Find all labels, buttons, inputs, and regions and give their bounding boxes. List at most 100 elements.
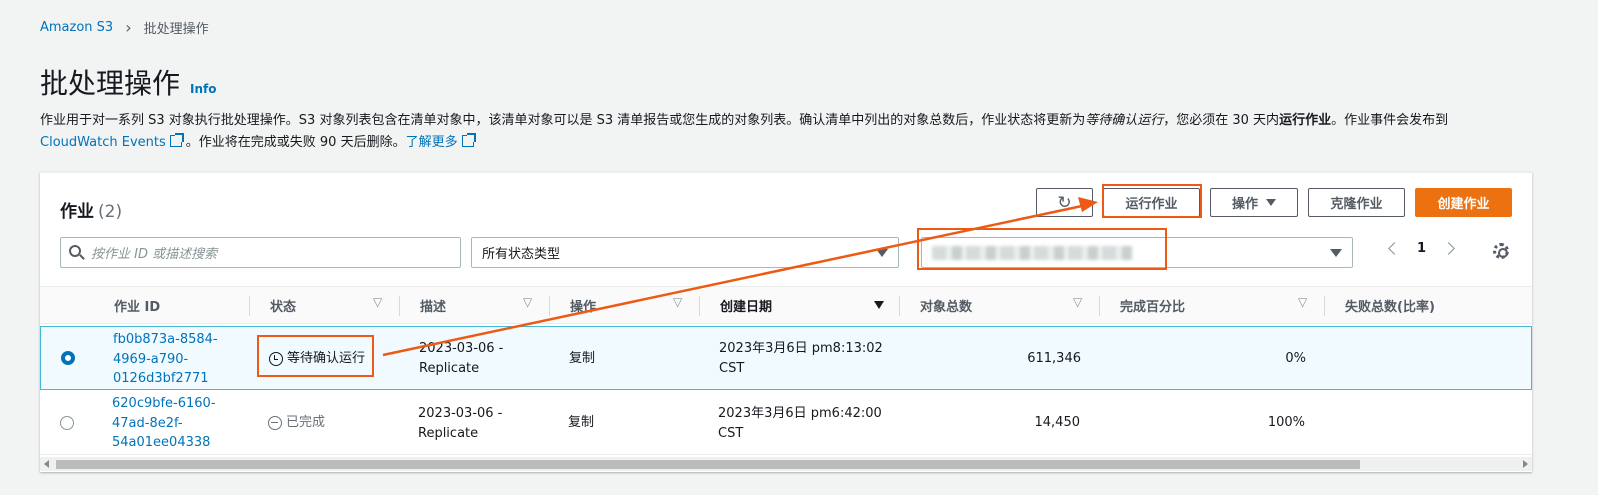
column-label: 操作 bbox=[570, 300, 597, 315]
column-label: 描述 bbox=[420, 300, 447, 315]
cloudwatch-events-link[interactable]: CloudWatch Events bbox=[40, 135, 166, 150]
job-id-line[interactable]: 620c9bfe-6160- bbox=[112, 394, 216, 414]
sort-icon bbox=[523, 295, 534, 309]
job-id-line[interactable]: 0126d3bf2771 bbox=[113, 369, 218, 389]
creation-date-cell: 2023年3月6日 pm6:42:00 CST bbox=[718, 404, 882, 443]
column-label: 状态 bbox=[270, 300, 297, 315]
status-cell: 等待确认运行 bbox=[269, 349, 365, 369]
description-line: 2023-03-06 - bbox=[419, 341, 504, 356]
description-text-4: 。作业将在完成或失败 90 天后删除。 bbox=[185, 135, 406, 150]
column-label: 创建日期 bbox=[720, 300, 773, 315]
date-line: 2023年3月6日 pm8:13:02 bbox=[719, 341, 883, 356]
description-cell: 2023-03-06 - Replicate bbox=[419, 339, 503, 378]
sort-icon bbox=[1073, 295, 1084, 309]
description-italic: 等待确认运行 bbox=[1085, 113, 1164, 128]
total-objects-cell: 14,450 bbox=[1034, 415, 1081, 430]
column-header-operation[interactable]: 操作 bbox=[550, 287, 700, 324]
breadcrumb-current: 批处理操作 bbox=[143, 22, 209, 37]
row-radio-selected[interactable] bbox=[61, 351, 75, 365]
settings-gear-icon[interactable] bbox=[1493, 243, 1509, 259]
scroll-left-icon[interactable] bbox=[44, 460, 49, 468]
sort-icon bbox=[1298, 295, 1309, 309]
create-job-button[interactable]: 创建作业 bbox=[1415, 188, 1512, 217]
description-cell: 2023-03-06 - Replicate bbox=[418, 404, 502, 443]
jobs-panel: 作业 (2) ↻ 运行作业 操作 克隆作业 创建作业 按作业 ID 或描述搜索 所… bbox=[40, 172, 1532, 472]
column-header-creation-date[interactable]: 创建日期 bbox=[700, 287, 900, 324]
search-placeholder: 按作业 ID 或描述搜索 bbox=[91, 247, 218, 262]
percent-complete-cell: 0% bbox=[1285, 351, 1306, 366]
clone-job-label: 克隆作业 bbox=[1330, 197, 1383, 212]
operation-cell: 复制 bbox=[568, 415, 595, 430]
column-label: 失败总数(比率) bbox=[1345, 300, 1435, 315]
job-id-line[interactable]: 47ad-8e2f- bbox=[112, 414, 216, 434]
page-description: 作业用于对一系列 S3 对象执行批处理操作。S3 对象列表包含在清单对象中，该清… bbox=[40, 110, 1560, 154]
job-id-link[interactable]: 620c9bfe-6160- 47ad-8e2f- 54a01ee04338 bbox=[112, 394, 216, 453]
jobs-panel-title: 作业 (2) bbox=[60, 197, 122, 222]
caret-down-icon bbox=[1266, 199, 1276, 206]
total-objects-cell: 611,346 bbox=[1027, 351, 1081, 366]
actions-button[interactable]: 操作 bbox=[1210, 188, 1298, 217]
column-header-job-id[interactable]: 作业 ID bbox=[94, 287, 250, 324]
date-line: 2023年3月6日 pm6:42:00 bbox=[718, 406, 882, 421]
chevron-right-icon: › bbox=[125, 18, 132, 37]
clock-icon bbox=[269, 351, 283, 366]
page-title-text: 批处理操作 bbox=[40, 67, 181, 100]
breadcrumb-amazon-s3[interactable]: Amazon S3 bbox=[40, 20, 113, 35]
column-header-percent-complete[interactable]: 完成百分比 bbox=[1100, 287, 1325, 324]
page-number[interactable]: 1 bbox=[1417, 241, 1426, 256]
jobs-title: 作业 bbox=[60, 202, 94, 222]
status-filter-value: 所有状态类型 bbox=[482, 247, 561, 262]
redacted-value bbox=[932, 245, 1132, 260]
jobs-count: (2) bbox=[98, 202, 123, 222]
job-id-line[interactable]: 54a01ee04338 bbox=[112, 433, 216, 453]
status-filter-select[interactable]: 所有状态类型 bbox=[471, 237, 899, 268]
status-text: 等待确认运行 bbox=[287, 351, 366, 366]
external-link-icon[interactable] bbox=[169, 133, 184, 147]
page-title: 批处理操作 Info bbox=[40, 62, 217, 102]
job-id-line[interactable]: 4969-a790- bbox=[113, 350, 218, 370]
column-label: 作业 ID bbox=[114, 300, 161, 315]
search-input[interactable]: 按作业 ID 或描述搜索 bbox=[60, 237, 461, 268]
status-cell: 已完成 bbox=[268, 413, 325, 433]
row-radio[interactable] bbox=[60, 416, 74, 430]
column-header-description[interactable]: 描述 bbox=[400, 287, 550, 324]
search-icon bbox=[69, 245, 81, 257]
learn-more-link[interactable]: 了解更多 bbox=[406, 135, 458, 150]
date-line: CST bbox=[719, 360, 745, 376]
table-row[interactable]: fb0b873a-8584- 4969-a790- 0126d3bf2771 等… bbox=[40, 326, 1532, 390]
description-line: 2023-03-06 - bbox=[418, 406, 503, 421]
run-job-label: 运行作业 bbox=[1125, 197, 1178, 212]
sort-descending-icon bbox=[874, 301, 884, 309]
date-line: CST bbox=[718, 425, 744, 441]
actions-label: 操作 bbox=[1231, 197, 1258, 212]
description-text-2: ，您必须在 30 天内 bbox=[1163, 113, 1280, 128]
scroll-right-icon[interactable] bbox=[1523, 460, 1528, 468]
creation-date-cell: 2023年3月6日 pm8:13:02 CST bbox=[719, 339, 883, 378]
description-line: Replicate bbox=[419, 360, 480, 376]
table-row[interactable]: 620c9bfe-6160- 47ad-8e2f- 54a01ee04338 已… bbox=[40, 391, 1532, 455]
description-text-1: 作业用于对一系列 S3 对象执行批处理操作。S3 对象列表包含在清单对象中，该清… bbox=[40, 113, 1086, 128]
description-bold: 运行作业 bbox=[1279, 113, 1332, 128]
job-id-line[interactable]: fb0b873a-8584- bbox=[113, 330, 218, 350]
run-job-button[interactable]: 运行作业 bbox=[1103, 188, 1200, 217]
filter-select[interactable] bbox=[921, 237, 1353, 268]
previous-page-icon[interactable] bbox=[1388, 242, 1401, 255]
job-id-link[interactable]: fb0b873a-8584- 4969-a790- 0126d3bf2771 bbox=[113, 330, 218, 389]
next-page-icon[interactable] bbox=[1442, 242, 1455, 255]
sort-icon bbox=[673, 295, 684, 309]
column-header-total-objects[interactable]: 对象总数 bbox=[900, 287, 1100, 324]
column-header-failed-total[interactable]: 失败总数(比率) bbox=[1325, 287, 1532, 324]
scrollbar-thumb[interactable] bbox=[56, 460, 1360, 469]
pagination: 1 bbox=[1388, 241, 1455, 256]
horizontal-scrollbar[interactable] bbox=[40, 457, 1532, 471]
caret-down-icon bbox=[1330, 249, 1342, 257]
percent-complete-cell: 100% bbox=[1267, 415, 1305, 430]
status-text: 已完成 bbox=[286, 415, 326, 430]
completed-icon bbox=[268, 415, 282, 430]
column-header-status[interactable]: 状态 bbox=[250, 287, 400, 324]
clone-job-button[interactable]: 克隆作业 bbox=[1308, 188, 1405, 217]
info-link[interactable]: Info bbox=[190, 82, 216, 96]
external-link-icon[interactable] bbox=[461, 133, 476, 147]
column-label: 完成百分比 bbox=[1120, 300, 1186, 315]
refresh-button[interactable]: ↻ bbox=[1036, 188, 1093, 217]
